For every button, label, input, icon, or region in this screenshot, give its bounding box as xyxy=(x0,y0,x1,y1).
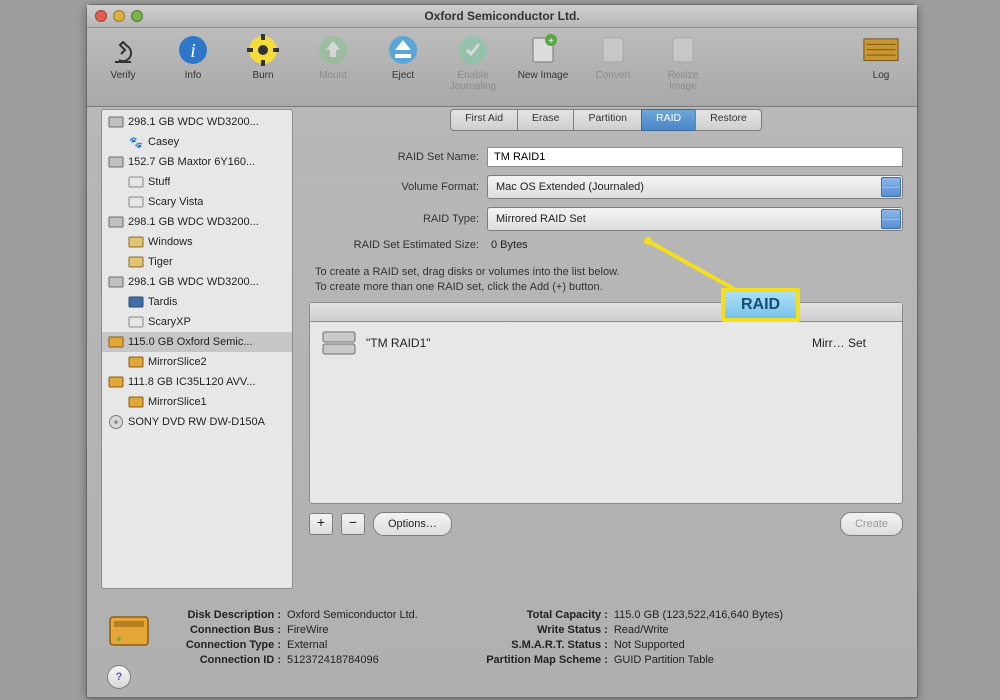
volume-icon xyxy=(128,314,144,330)
volume-icon xyxy=(128,234,144,250)
instructions-text: To create a RAID set, drag disks or volu… xyxy=(315,265,903,296)
raid-estimated-size-row: RAID Set Estimated Size: 0 Bytes xyxy=(309,239,903,251)
field-label: RAID Set Estimated Size: xyxy=(309,239,487,251)
disk-list-sidebar[interactable]: 298.1 GB WDC WD3200... 🐾Casey 152.7 GB M… xyxy=(101,109,293,589)
toolbar-burn-button[interactable]: Burn xyxy=(235,32,291,81)
content-split: 298.1 GB WDC WD3200... 🐾Casey 152.7 GB M… xyxy=(101,109,903,589)
journaling-icon xyxy=(455,32,491,68)
microscope-icon xyxy=(105,32,141,68)
volume-icon xyxy=(128,194,144,210)
sidebar-drive[interactable]: 298.1 GB WDC WD3200... xyxy=(102,112,292,132)
tab-restore[interactable]: Restore xyxy=(695,109,762,131)
detail-panel: First Aid Erase Partition RAID Restore R… xyxy=(309,109,903,589)
drive-icon xyxy=(108,154,124,170)
sidebar-volume[interactable]: MirrorSlice2 xyxy=(102,352,292,372)
tab-bar: First Aid Erase Partition RAID Restore xyxy=(309,109,903,131)
convert-icon xyxy=(595,32,631,68)
volume-icon xyxy=(128,254,144,270)
tab-erase[interactable]: Erase xyxy=(517,109,574,131)
field-label: RAID Set Name: xyxy=(309,151,487,163)
add-raid-button[interactable]: + xyxy=(309,513,333,535)
svg-text:+: + xyxy=(548,36,554,47)
options-button[interactable]: Options… xyxy=(373,512,452,536)
help-button[interactable]: ? xyxy=(107,665,131,689)
toolbar: Verify i Info Burn Mount Eject Enable Jo… xyxy=(87,28,917,107)
sidebar-volume[interactable]: Windows xyxy=(102,232,292,252)
resize-image-icon xyxy=(665,32,701,68)
tab-partition[interactable]: Partition xyxy=(573,109,642,131)
volume-icon: 🐾 xyxy=(128,134,144,150)
burn-icon xyxy=(245,32,281,68)
sidebar-volume[interactable]: Stuff xyxy=(102,172,292,192)
volume-icon xyxy=(128,174,144,190)
mount-icon xyxy=(315,32,351,68)
sidebar-volume[interactable]: Tardis xyxy=(102,292,292,312)
toolbar-eject-button[interactable]: Eject xyxy=(375,32,431,81)
window-title: Oxford Semiconductor Ltd. xyxy=(87,9,917,23)
field-label: RAID Type: xyxy=(309,213,487,225)
sidebar-volume[interactable]: ScaryXP xyxy=(102,312,292,332)
raid-set-name-field: RAID Set Name: xyxy=(309,147,903,167)
sidebar-volume[interactable]: Scary Vista xyxy=(102,192,292,212)
volume-icon xyxy=(128,354,144,370)
raid-members-list[interactable]: "TM RAID1" Mirr… Set xyxy=(309,302,903,504)
titlebar: Oxford Semiconductor Ltd. xyxy=(87,5,917,28)
toolbar-enable-journaling-button[interactable]: Enable Journaling xyxy=(445,32,501,92)
tab-raid[interactable]: RAID xyxy=(641,109,696,131)
info-icon: i xyxy=(175,32,211,68)
svg-text:i: i xyxy=(190,40,196,62)
selected-disk-icon xyxy=(107,609,151,653)
new-image-icon: + xyxy=(525,32,561,68)
raid-set-name-input[interactable] xyxy=(487,147,903,167)
sidebar-drive[interactable]: 298.1 GB WDC WD3200... xyxy=(102,212,292,232)
raid-estimated-size-value: 0 Bytes xyxy=(487,239,528,251)
stepper-icon xyxy=(881,209,901,229)
list-buttons: + − Options… Create xyxy=(309,512,903,536)
sidebar-drive-selected[interactable]: 115.0 GB Oxford Semic... xyxy=(102,332,292,352)
drive-icon xyxy=(108,214,124,230)
raid-type-select[interactable]: Mirrored RAID Set xyxy=(487,207,903,231)
stepper-icon xyxy=(881,177,901,197)
raid-member-kind: Mirr… Set xyxy=(812,336,890,350)
tab-first-aid[interactable]: First Aid xyxy=(450,109,518,131)
sidebar-drive[interactable]: 298.1 GB WDC WD3200... xyxy=(102,272,292,292)
drive-icon xyxy=(108,374,124,390)
raid-set-icon xyxy=(322,328,356,358)
volume-icon xyxy=(128,294,144,310)
toolbar-mount-button[interactable]: Mount xyxy=(305,32,361,81)
sidebar-drive[interactable]: 111.8 GB IC35L120 AVV... xyxy=(102,372,292,392)
raid-member-name: "TM RAID1" xyxy=(366,336,802,350)
log-icon xyxy=(863,32,899,68)
raid-member-row[interactable]: "TM RAID1" Mirr… Set xyxy=(310,322,902,364)
create-button[interactable]: Create xyxy=(840,512,903,536)
field-label: Volume Format: xyxy=(309,181,487,193)
drive-icon xyxy=(108,274,124,290)
toolbar-verify-button[interactable]: Verify xyxy=(95,32,151,81)
sidebar-volume[interactable]: MirrorSlice1 xyxy=(102,392,292,412)
toolbar-info-button[interactable]: i Info xyxy=(165,32,221,81)
optical-drive-icon xyxy=(108,414,124,430)
drive-icon xyxy=(108,334,124,350)
drive-icon xyxy=(108,114,124,130)
toolbar-convert-button[interactable]: Convert xyxy=(585,32,641,81)
info-footer: Disk Description :Oxford Semiconductor L… xyxy=(101,603,903,687)
sidebar-volume[interactable]: Tiger xyxy=(102,252,292,272)
list-header xyxy=(310,303,902,322)
volume-format-field: Volume Format: Mac OS Extended (Journale… xyxy=(309,175,903,199)
sidebar-optical[interactable]: SONY DVD RW DW-D150A xyxy=(102,412,292,432)
volume-icon xyxy=(128,394,144,410)
disk-utility-window: Oxford Semiconductor Ltd. Verify i Info … xyxy=(86,4,918,698)
raid-type-field: RAID Type: Mirrored RAID Set xyxy=(309,207,903,231)
sidebar-drive[interactable]: 152.7 GB Maxtor 6Y160... xyxy=(102,152,292,172)
volume-format-select[interactable]: Mac OS Extended (Journaled) xyxy=(487,175,903,199)
toolbar-log-button[interactable]: Log xyxy=(853,32,909,81)
toolbar-resize-image-button[interactable]: Resize Image xyxy=(655,32,711,92)
remove-raid-button[interactable]: − xyxy=(341,513,365,535)
eject-icon xyxy=(385,32,421,68)
toolbar-new-image-button[interactable]: + New Image xyxy=(515,32,571,81)
sidebar-volume[interactable]: 🐾Casey xyxy=(102,132,292,152)
